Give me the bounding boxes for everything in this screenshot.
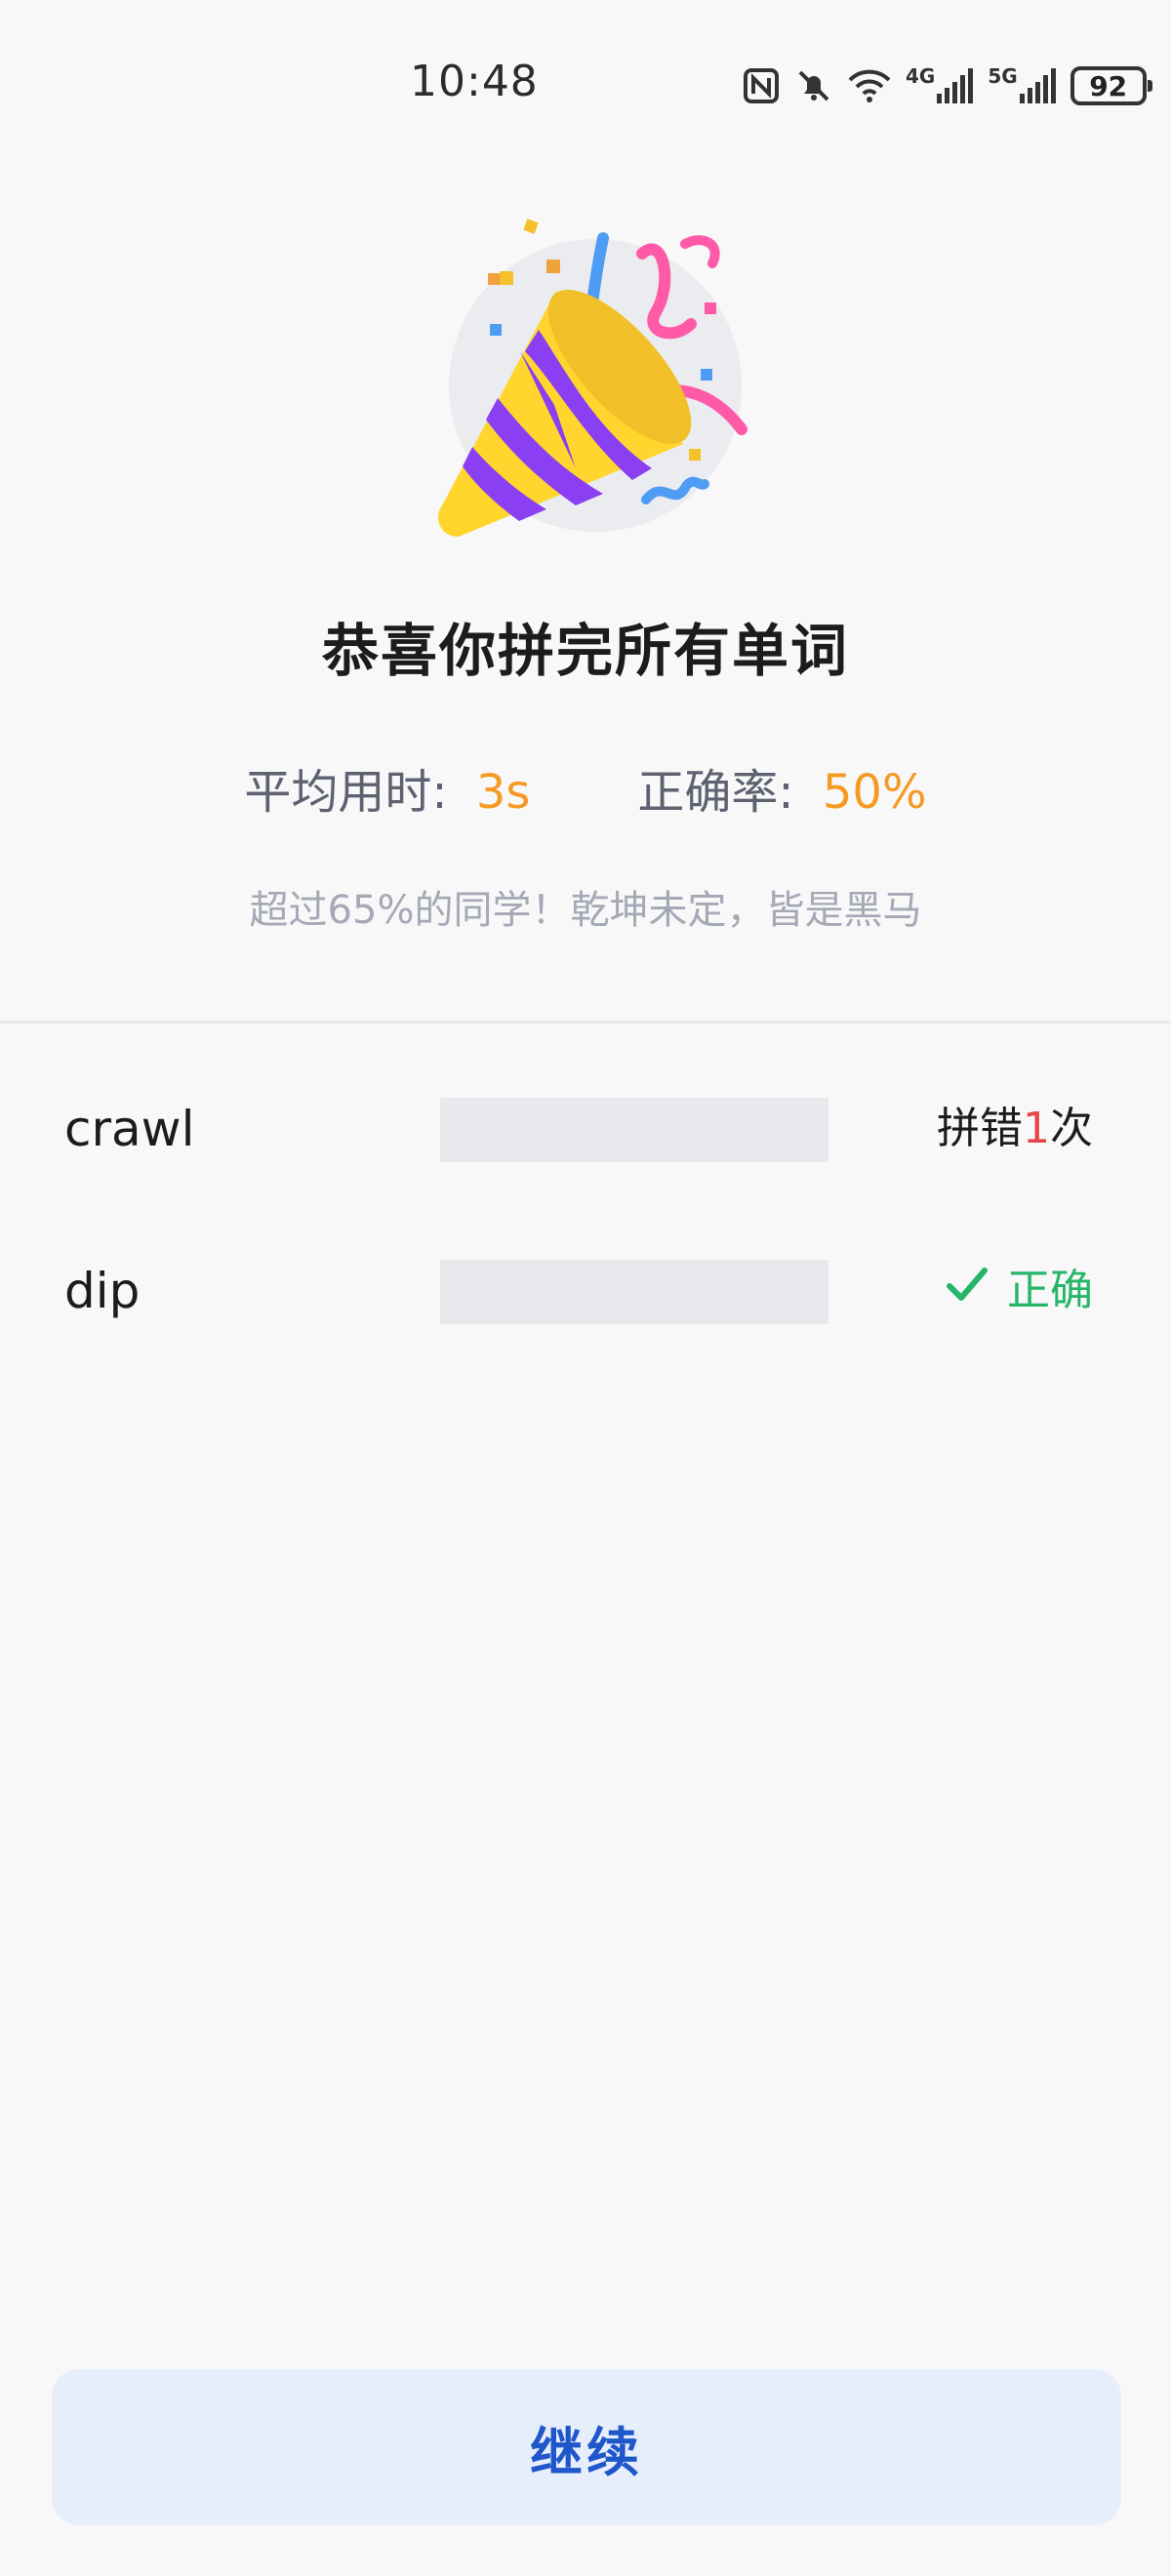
error-count: 1 [1023,1104,1050,1153]
result-correct-label: 正确 [1007,1266,1093,1315]
word-text: crawl [64,1101,195,1157]
word-text: dip [64,1263,141,1319]
avg-time-stat: 平均用时: 3s [244,753,530,822]
accuracy-value: 50% [822,765,927,820]
mute-icon [794,66,833,105]
page-title: 恭喜你拼完所有单词 [321,618,849,684]
signal-icon [1018,66,1057,105]
status-icons: 4G 5G 92 [742,60,1152,111]
network-type-label: 4G [906,64,936,88]
avg-time-label: 平均用时: [244,765,448,820]
status-bar: 10:48 4G 5G 92 [0,0,1171,176]
network-type-label: 5G [988,64,1018,88]
nfc-icon [742,66,781,105]
accuracy-label: 正确率: [637,765,794,820]
result-wrong-count: 拼错 1 次 [937,1095,1093,1163]
status-time: 10:48 [410,57,539,106]
check-icon [947,1257,1007,1325]
encouragement-text: 超过65%的同学！乾坤未定，皆是黑马 [249,888,922,933]
party-popper-icon [429,215,761,546]
accuracy-stat: 正确率: 50% [637,753,926,822]
list-item: dip 正确 [0,1257,1171,1325]
result-prefix: 拼错 [937,1104,1023,1153]
list-item: crawl 拼错 1 次 [0,1095,1171,1163]
result-suffix: 次 [1050,1104,1093,1153]
result-correct: 正确 [947,1257,1093,1325]
avg-time-value: 3s [475,765,531,820]
signal-icon [935,66,974,105]
divider [0,1021,1171,1024]
continue-button[interactable]: 继续 [52,2369,1121,2525]
stats-row: 平均用时: 3s 正确率: 50% [0,753,1171,822]
wifi-icon [847,66,892,105]
word-answer-bar [440,1098,828,1162]
word-answer-bar [440,1260,828,1324]
battery-icon: 92 [1070,66,1152,105]
